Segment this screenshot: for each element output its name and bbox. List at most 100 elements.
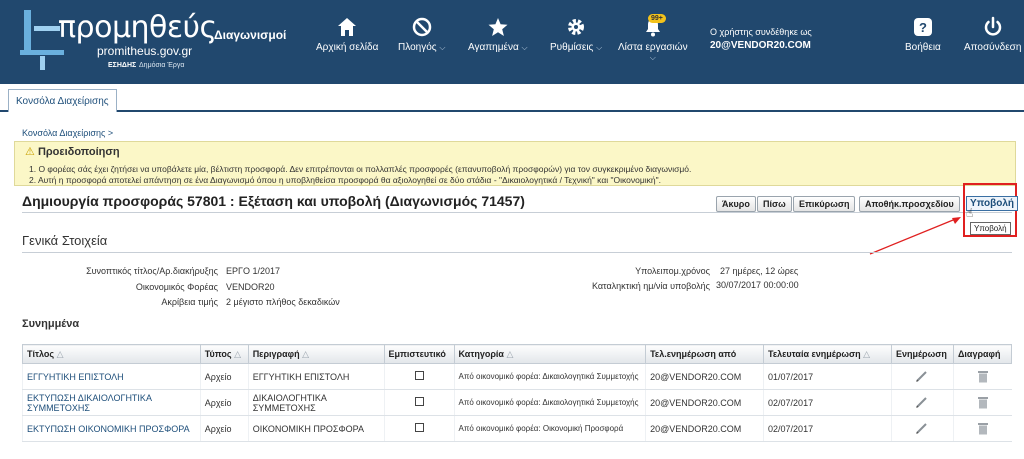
nav-home-label: Αρχική σελίδα (316, 42, 379, 53)
svg-text:?: ? (919, 20, 927, 35)
sort-icon[interactable]: △ (57, 349, 64, 359)
attachment-description: ΟΙΚΟΝΟΜΙΚΗ ΠΡΟΣΦΟΡΑ (247, 415, 385, 442)
logo-esidis: ΕΣΗΔΗΣ (108, 62, 137, 69)
remaining-time-value: 27 ημέρες, 12 ώρες (720, 266, 799, 276)
compass-icon (412, 17, 431, 37)
attachment-title-link[interactable]: ΕΓΓΥΗΤΙΚΗ ΕΠΙΣΤΟΛΗ (27, 372, 124, 382)
nav-navigator-label: Πλοηγός (398, 42, 437, 53)
attachment-updated-by: 20@VENDOR20.COM (645, 363, 764, 390)
home-icon (338, 18, 357, 36)
col-description[interactable]: Περιγραφή △ (247, 344, 385, 364)
star-icon (488, 18, 508, 36)
chevron-down-icon: ⌵ (649, 53, 656, 62)
nav-settings[interactable]: Ρυθμίσεις ⌵ (550, 16, 602, 53)
nav-navigator[interactable]: Πλοηγός ⌵ (398, 16, 445, 53)
logo-dimosia: Δημόσια Έργα (139, 62, 185, 69)
col-last-update[interactable]: Τελευταία ενημέρωση △ (763, 344, 892, 364)
col-category[interactable]: Κατηγορία △ (453, 344, 647, 364)
trash-icon[interactable] (977, 421, 989, 435)
annotation-arrow-icon (869, 217, 961, 255)
back-button[interactable]: Πίσω (757, 196, 792, 212)
nav-logout[interactable]: Αποσύνδεση (964, 16, 1021, 53)
attachment-type: Αρχείο (199, 363, 249, 390)
cancel-button[interactable]: Άκυρο (716, 196, 756, 212)
nav-help[interactable]: ? Βοήθεια (905, 16, 941, 53)
login-user: 20@VENDOR20.COM (710, 40, 811, 51)
save-draft-button[interactable]: Αποθήκ.προσχεδίου (859, 196, 960, 212)
nav-logout-label: Αποσύνδεση (964, 42, 1022, 53)
help-icon: ? (913, 18, 932, 36)
attachment-type: Αρχείο (199, 389, 249, 416)
remaining-time-label: Υπολειπομ.χρόνος (635, 266, 710, 276)
tab-strip: Κονσόλα Διαχείρισης (0, 84, 1024, 114)
col-confidential: Εμπιστευτικό (383, 344, 455, 364)
operator-value: VENDOR20 (226, 282, 275, 292)
nav-favorites[interactable]: Αγαπημένα ⌵ (468, 16, 528, 53)
col-type[interactable]: Τύπος △ (199, 344, 249, 364)
attachment-title-link[interactable]: ΕΚΤΥΠΩΣΗ ΟΙΚΟΝΟΜΙΚΗ ΠΡΟΣΦΟΡΑ (27, 424, 190, 434)
attachment-category: Από οικονομικό φορέα: Δικαιολογητικά Συμ… (453, 389, 646, 416)
nav-tasks[interactable]: Λίστα εργασιών ⌵ (618, 16, 688, 63)
sort-icon[interactable]: △ (506, 349, 513, 359)
nav-settings-label: Ρυθμίσεις (550, 42, 594, 53)
breadcrumb[interactable]: Κονσόλα Διαχείρισης > (22, 128, 113, 138)
tasks-count-badge: 99+ (648, 14, 666, 23)
nav-favorites-label: Αγαπημένα (468, 42, 519, 53)
confidential-checkbox[interactable] (414, 397, 424, 406)
warning-header: ⚠ Προειδοποίηση (25, 145, 120, 158)
chevron-down-icon: ⌵ (596, 43, 603, 52)
warning-line-1: 1. Ο φορέας σάς έχει ζητήσει να υποβάλετ… (29, 164, 692, 174)
warning-icon: ⚠ (25, 146, 35, 158)
table-header-row: Τίτλος △ Τύπος △ Περιγραφή △ Εμπιστευτικ… (22, 344, 1013, 364)
nav-home[interactable]: Αρχική σελίδα (316, 16, 378, 53)
submit-button[interactable]: Υποβολή (966, 196, 1019, 211)
pencil-icon[interactable] (915, 421, 929, 435)
confidential-checkbox[interactable] (414, 371, 424, 380)
nav-help-label: Βοήθεια (905, 42, 941, 53)
deadline-label: Καταληκτική ημ/νία υποβολής (591, 281, 710, 291)
general-divider (22, 252, 1012, 253)
top-header-bar: προμηθεύς promitheus.gov.gr ΕΣΗΔΗΣ Δημόσ… (0, 0, 1024, 84)
login-info: Ο χρήστης συνδέθηκε ως 20@VENDOR20.COM (710, 26, 812, 52)
pencil-icon[interactable] (915, 369, 929, 383)
chevron-down-icon: ⌵ (521, 43, 528, 52)
col-title[interactable]: Τίτλος △ (22, 344, 201, 364)
table-row: ΕΚΤΥΠΩΣΗ ΔΙΚΑΙΟΛΟΓΗΤΙΚΑ ΣΥΜΜΕΤΟΧΗΣ Αρχεί… (22, 389, 1012, 416)
attachment-category: Από οικονομικό φορέα: Δικαιολογητικά Συμ… (453, 363, 646, 390)
table-row: ΕΚΤΥΠΩΣΗ ΟΙΚΟΝΟΜΙΚΗ ΠΡΟΣΦΟΡΑ Αρχείο ΟΙΚΟ… (22, 415, 1012, 442)
submit-tooltip: Υποβολή (970, 222, 1011, 235)
warning-box: ⚠ Προειδοποίηση 1. Ο φορέας σάς έχει ζητ… (14, 141, 1016, 186)
sort-icon[interactable]: △ (302, 349, 309, 359)
attachment-title-link[interactable]: ΕΚΤΥΠΩΣΗ ΔΙΚΑΙΟΛΟΓΗΤΙΚΑ ΣΥΜΜΕΤΟΧΗΣ (27, 393, 151, 413)
tab-console[interactable]: Κονσόλα Διαχείρισης (8, 89, 117, 114)
attachment-last-update: 02/07/2017 (763, 389, 892, 416)
gear-icon (568, 19, 585, 35)
col-updated-by: Τελ.ενημέρωση από (645, 344, 765, 364)
sort-icon[interactable]: △ (234, 349, 241, 359)
precision-label: Ακρίβεια τιμής (161, 297, 218, 307)
operator-label: Οικονομικός Φορέας (135, 282, 218, 292)
trash-icon[interactable] (977, 369, 989, 383)
table-row: ΕΓΓΥΗΤΙΚΗ ΕΠΙΣΤΟΛΗ Αρχείο ΕΓΓΥΗΤΙΚΗ ΕΠΙΣ… (22, 363, 1012, 390)
precision-value: 2 μέγιστο πλήθος δεκαδικών (226, 297, 340, 307)
col-update: Ενημέρωση (890, 344, 954, 364)
attachment-type: Αρχείο (199, 415, 249, 442)
attachments-table: Τίτλος △ Τύπος △ Περιγραφή △ Εμπιστευτικ… (22, 344, 1013, 442)
logo-site: promitheus.gov.gr (97, 44, 193, 58)
attachment-updated-by: 20@VENDOR20.COM (645, 389, 764, 416)
sort-icon[interactable]: △ (863, 349, 870, 359)
confirm-button[interactable]: Επικύρωση (793, 196, 856, 212)
promitheus-logo[interactable]: προμηθεύς promitheus.gov.gr ΕΣΗΔΗΣ Δημόσ… (12, 4, 217, 80)
col-delete: Διαγραφή (952, 344, 1013, 364)
confidential-checkbox[interactable] (414, 423, 424, 432)
app-title: Διαγωνισμοί (214, 28, 287, 42)
nav-tasks-label: Λίστα εργασιών (618, 42, 688, 53)
deadline-value: 30/07/2017 00:00:00 (716, 280, 799, 290)
trash-icon[interactable] (977, 395, 989, 409)
attachment-updated-by: 20@VENDOR20.COM (645, 415, 764, 442)
pencil-icon[interactable] (915, 395, 929, 409)
title-value: ΕΡΓΟ 1/2017 (226, 266, 280, 276)
title-label: Συνοπτικός τίτλος/Αρ.διακήρυξης (86, 266, 218, 276)
power-icon (984, 16, 1001, 36)
login-prefix: Ο χρήστης συνδέθηκε ως (710, 27, 812, 37)
